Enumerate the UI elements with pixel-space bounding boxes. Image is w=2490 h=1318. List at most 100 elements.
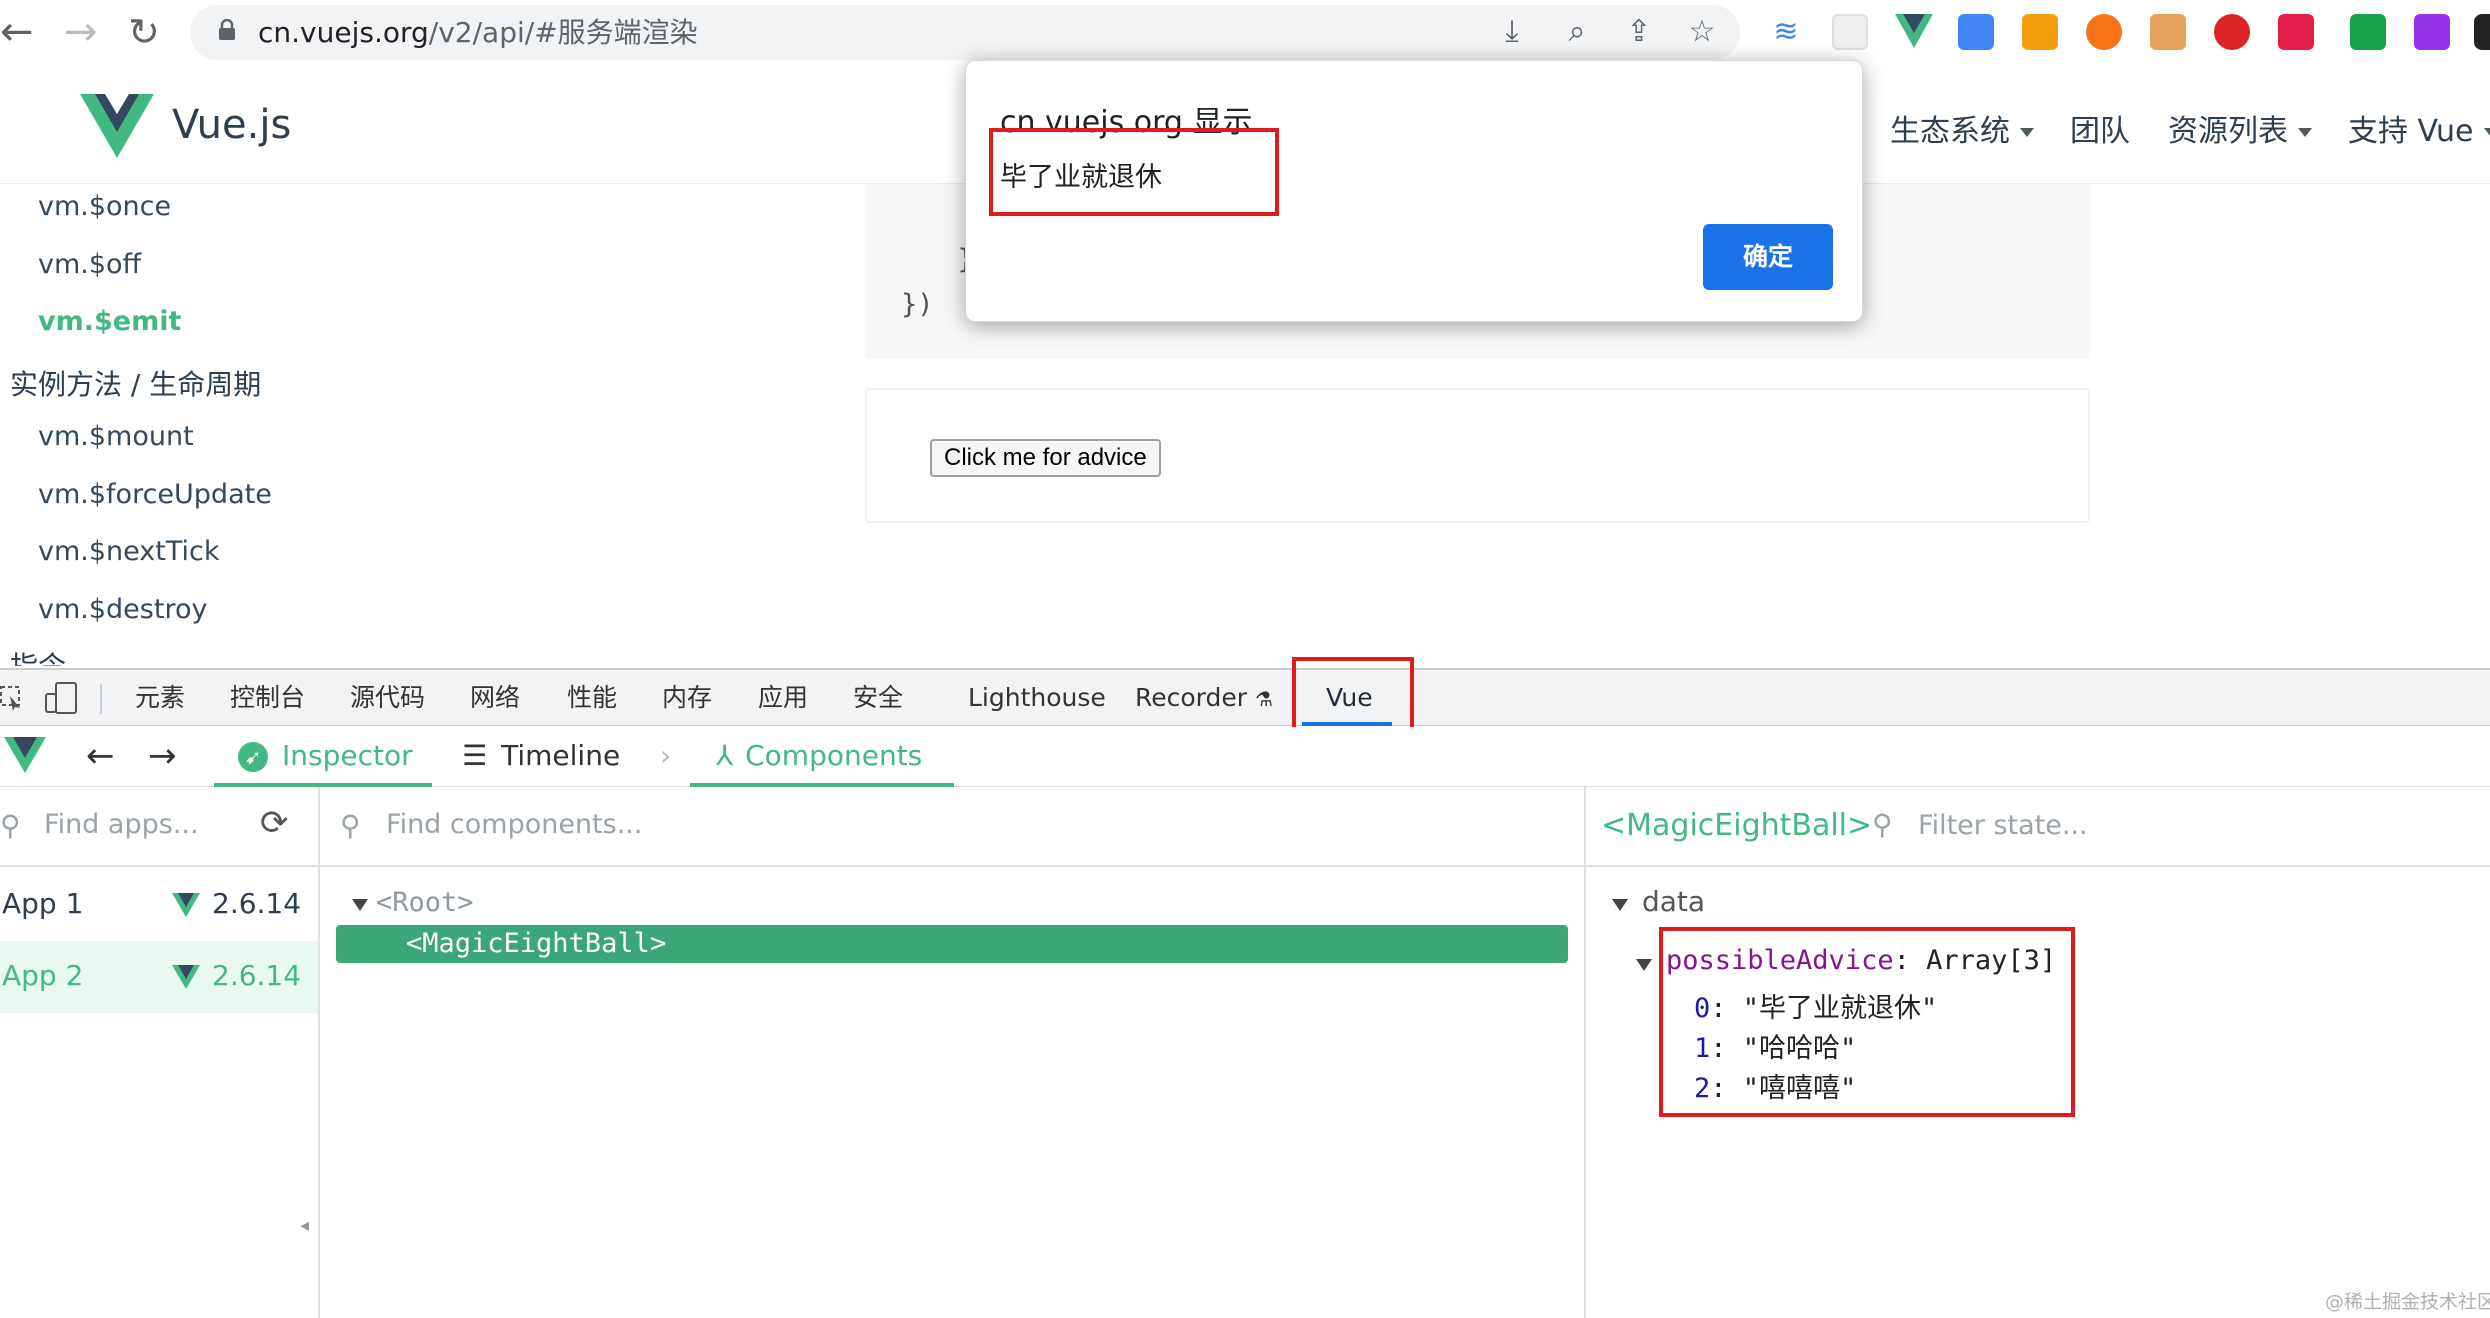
tab-components[interactable]: ⅄ Components bbox=[716, 727, 922, 785]
extension-fe-icon[interactable] bbox=[2278, 14, 2314, 50]
sidebar-item-off[interactable]: vm.$off bbox=[38, 249, 141, 280]
advice-button[interactable]: Click me for advice bbox=[930, 439, 1161, 477]
flask-icon: ⚗ bbox=[1255, 687, 1273, 711]
tab-inspector[interactable]: ➹ Inspector bbox=[238, 727, 413, 785]
tab-timeline[interactable]: ☰ Timeline bbox=[462, 727, 620, 785]
tree-node-selected[interactable]: <MagicEightBall> bbox=[336, 925, 1568, 963]
back-arrow-icon[interactable]: ← bbox=[86, 727, 115, 785]
caret-down-icon bbox=[2483, 128, 2490, 137]
extension-notes-icon[interactable] bbox=[2022, 14, 2058, 50]
device-toolbar-icon[interactable] bbox=[44, 682, 78, 714]
inspect-element-icon[interactable] bbox=[0, 686, 22, 712]
vue-devtools-bar: ← → ➹ Inspector ☰ Timeline › ⅄ Components bbox=[0, 727, 2490, 787]
selected-component-name: <MagicEightBall> bbox=[1601, 808, 1873, 843]
zoom-icon[interactable]: ⌕ bbox=[1560, 15, 1594, 49]
sidebar-item-destroy[interactable]: vm.$destroy bbox=[38, 594, 207, 625]
tab-recorder-label: Recorder bbox=[1135, 683, 1248, 712]
tab-application[interactable]: 应用 bbox=[758, 670, 808, 726]
sidebar-item-once[interactable]: vm.$once bbox=[38, 191, 171, 222]
sidebar-group-lifecycle: 实例方法 / 生命周期 bbox=[10, 368, 262, 401]
refresh-icon[interactable]: ⟳ bbox=[260, 803, 289, 843]
profile-avatar[interactable] bbox=[2474, 14, 2490, 50]
sidebar-item-forceupdate[interactable]: vm.$forceUpdate bbox=[38, 479, 272, 510]
components-pane: ⚲ Find components... bbox=[320, 787, 1586, 1318]
highlight-box bbox=[989, 128, 1279, 216]
search-icon: ⚲ bbox=[1872, 808, 1893, 841]
forward-arrow-icon[interactable]: → bbox=[148, 727, 177, 785]
vue-logo[interactable] bbox=[80, 94, 154, 158]
tree-node-root[interactable]: <Root> bbox=[376, 887, 474, 918]
forward-arrow-icon[interactable]: → bbox=[64, 0, 98, 64]
timeline-icon: ☰ bbox=[462, 739, 488, 772]
app-version: 2.6.14 bbox=[212, 887, 302, 920]
bookmark-star-icon[interactable]: ☆ bbox=[1685, 15, 1719, 49]
extension-translate-icon[interactable] bbox=[1958, 14, 1994, 50]
browser-toolbar: ← → ↻ cn.vuejs.org/v2/api/#服务端渲染 ⤓ ⌕ ⇪ ☆… bbox=[0, 0, 2490, 64]
components-search-input[interactable]: Find components... bbox=[386, 809, 642, 840]
app-name: App 1 bbox=[2, 887, 84, 920]
divider bbox=[100, 684, 102, 714]
app-name: App 2 bbox=[2, 959, 84, 992]
nav-resources-label: 资源列表 bbox=[2168, 114, 2288, 149]
expand-triangle-icon[interactable] bbox=[1636, 956, 1652, 975]
apps-search-bar[interactable]: ⚲ Find apps... ⟳ bbox=[0, 787, 318, 867]
tab-console[interactable]: 控制台 bbox=[230, 670, 305, 726]
extension-red-icon[interactable] bbox=[2214, 14, 2250, 50]
tab-lighthouse[interactable]: Lighthouse bbox=[968, 670, 1106, 726]
alert-ok-button[interactable]: 确定 bbox=[1703, 224, 1833, 290]
state-section-data[interactable]: data bbox=[1642, 885, 1705, 918]
components-search-bar[interactable]: ⚲ Find components... bbox=[320, 787, 1584, 867]
tab-recorder[interactable]: Recorder ⚗ bbox=[1135, 670, 1273, 727]
vue-devtools-logo bbox=[4, 737, 46, 773]
expand-triangle-icon[interactable] bbox=[1612, 896, 1628, 915]
alert-dialog: cn.vuejs.org 显示 毕了业就退休 确定 bbox=[965, 60, 1863, 322]
extension-vue-icon[interactable] bbox=[1895, 14, 1933, 48]
collapse-pane-icon[interactable]: ◂ bbox=[300, 1215, 309, 1236]
apps-search-input[interactable]: Find apps... bbox=[44, 809, 199, 840]
back-arrow-icon[interactable]: ← bbox=[0, 0, 34, 64]
nav-support-label: 支持 Vue bbox=[2348, 114, 2474, 149]
app-version: 2.6.14 bbox=[212, 959, 302, 992]
components-tree-icon: ⅄ bbox=[716, 739, 734, 772]
expand-triangle-icon[interactable] bbox=[352, 896, 368, 915]
sidebar-item-mount[interactable]: vm.$mount bbox=[38, 421, 194, 452]
tab-network[interactable]: 网络 bbox=[470, 670, 520, 726]
nav-support[interactable]: 支持 Vue bbox=[2348, 106, 2490, 150]
extension-chevron-icon[interactable]: ≋ bbox=[1768, 14, 1804, 50]
compass-icon: ➹ bbox=[238, 742, 268, 772]
sidebar-item-emit[interactable]: vm.$emit bbox=[38, 306, 181, 337]
tab-memory[interactable]: 内存 bbox=[662, 670, 712, 726]
extension-react-icon[interactable] bbox=[1832, 14, 1868, 50]
chevron-right-icon: › bbox=[660, 739, 672, 772]
url-path: /v2/api/#服务端渲染 bbox=[428, 16, 698, 49]
tab-performance[interactable]: 性能 bbox=[567, 670, 617, 726]
extension-rp-icon[interactable] bbox=[2414, 14, 2450, 50]
sidebar-item-nexttick[interactable]: vm.$nextTick bbox=[38, 536, 220, 567]
extension-face-icon[interactable] bbox=[2150, 14, 2186, 50]
tab-sources[interactable]: 源代码 bbox=[350, 670, 425, 726]
sidebar-group-directives: 指令 bbox=[10, 648, 66, 666]
watermark: @稀土掘金技术社区 bbox=[2325, 1291, 2490, 1313]
tab-security[interactable]: 安全 bbox=[853, 670, 903, 726]
tree-node-label: <MagicEightBall> bbox=[406, 928, 667, 959]
state-filter-input[interactable]: Filter state... bbox=[1918, 810, 2088, 841]
highlight-box bbox=[1659, 927, 2075, 1117]
url-text: cn.vuejs.org/v2/api/#服务端渲染 bbox=[258, 5, 698, 60]
site-title[interactable]: Vue.js bbox=[172, 102, 291, 148]
tab-timeline-label: Timeline bbox=[501, 739, 621, 772]
nav-ecosystem[interactable]: 生态系统 bbox=[1890, 106, 2034, 150]
nav-resources[interactable]: 资源列表 bbox=[2168, 106, 2312, 150]
url-host: cn.vuejs.org bbox=[258, 16, 429, 49]
vue-version-icon bbox=[172, 965, 200, 989]
app-row-selected[interactable]: App 2 2.6.14 bbox=[0, 941, 318, 1013]
address-bar[interactable]: cn.vuejs.org/v2/api/#服务端渲染 ⤓ ⌕ ⇪ ☆ bbox=[190, 5, 1740, 60]
extension-person-icon[interactable] bbox=[2086, 14, 2122, 50]
reload-icon[interactable]: ↻ bbox=[128, 0, 160, 64]
install-icon[interactable]: ⤓ bbox=[1495, 15, 1529, 49]
tab-elements[interactable]: 元素 bbox=[135, 670, 185, 726]
extension-on-icon[interactable] bbox=[2350, 14, 2386, 50]
app-row[interactable]: App 1 2.6.14 bbox=[0, 869, 318, 941]
nav-team[interactable]: 团队 bbox=[2070, 106, 2130, 150]
search-icon: ⚲ bbox=[0, 809, 21, 842]
share-icon[interactable]: ⇪ bbox=[1622, 15, 1656, 49]
